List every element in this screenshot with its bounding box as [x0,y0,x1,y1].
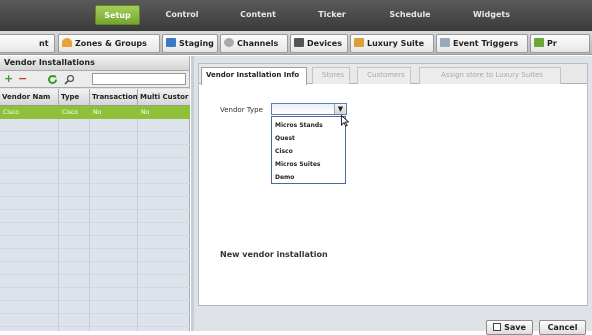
tab-staging[interactable]: Staging [162,34,218,53]
nav-schedule[interactable]: Schedule [380,5,440,25]
cell-vendor-name: Cisco [3,109,19,116]
chevron-down-icon[interactable]: ▼ [334,104,346,114]
tab-label: Staging [179,39,214,48]
detail-panel: Vendor Installation Info Stores Customer… [198,63,588,306]
dropdown-option[interactable]: Cisco [275,146,293,158]
cancel-button[interactable]: Cancel [539,320,586,335]
tab-assign-store[interactable]: Assign store to Luxury Suites [419,67,561,84]
tab-customers[interactable]: Customers [357,67,411,84]
dropdown-option[interactable]: Micros Suites [275,159,320,171]
save-button[interactable]: Save [486,320,533,335]
luxury-suite-icon [354,38,364,47]
tab-label: Channels [237,39,279,48]
save-icon [493,323,502,331]
detail-area: Vendor Installation Info Stores Customer… [194,56,592,335]
vendor-type-label: Vendor Type [220,106,263,114]
cell-transaction: No [93,109,102,116]
tab-label: Event Triggers [453,39,519,48]
vendor-grid: Vendor Nam Type Transaction Multi Custor… [0,89,190,331]
devices-icon [294,38,304,47]
promotions-icon [534,38,544,47]
nav-ticker[interactable]: Ticker [307,5,357,25]
column-header-type[interactable]: Type [59,89,90,106]
tab-luxury-suite[interactable]: Luxury Suite [350,34,434,53]
nav-content[interactable]: Content [233,5,283,25]
panel-toolbar: + − [0,71,189,88]
panel-title: Vendor Installations [0,56,189,71]
vendor-type-dropdown: Micros Stands Quest Cisco Micros Suites … [271,116,346,184]
tab-partial-left[interactable]: nt [0,34,55,53]
detail-tabs: Vendor Installation Info Stores Customer… [199,64,587,85]
tab-label: Zones & Groups [75,39,147,48]
tab-zones-groups[interactable]: Zones & Groups [58,34,160,53]
cell-multi-customer: No [141,109,150,116]
nav-setup[interactable]: Setup [95,5,140,25]
tab-vendor-installation-info[interactable]: Vendor Installation Info [201,67,307,85]
grid-column [0,89,59,331]
dropdown-option[interactable]: Demo [275,172,294,184]
column-header-vendor-name[interactable]: Vendor Nam [0,89,59,106]
cell-type: Cisco [62,109,78,116]
tab-promotions[interactable]: Pr [530,34,590,53]
tab-label: Pr [547,39,557,48]
zones-groups-icon [62,38,72,47]
section-tabbar: nt Zones & Groups Staging Channels Devic… [0,31,592,55]
grid-header: Vendor Nam Type Transaction Multi Custor [0,89,190,106]
mouse-cursor-icon [341,114,350,127]
table-row[interactable]: Cisco Cisco No No [0,106,190,119]
event-triggers-icon [440,38,450,47]
search-input[interactable] [92,73,186,85]
status-text: New vendor installation [220,250,328,259]
top-nav: Setup Control Content Ticker Schedule Wi… [0,0,592,31]
staging-icon [166,38,176,47]
add-icon[interactable]: + [4,73,13,85]
column-header-transaction[interactable]: Transaction [90,89,138,106]
dropdown-option[interactable]: Quest [275,133,295,145]
refresh-icon[interactable] [47,74,58,88]
tab-event-triggers[interactable]: Event Triggers [436,34,528,53]
vendor-type-select[interactable]: ▼ [271,103,347,115]
grid-column [59,89,90,331]
grid-column [90,89,138,331]
nav-control[interactable]: Control [157,5,207,25]
vendor-installations-panel: Vendor Installations + − Vendor Nam Type… [0,56,190,331]
tab-label: Luxury Suite [367,39,425,48]
search-icon[interactable] [64,74,75,88]
column-header-multi-customer[interactable]: Multi Custor [138,89,190,106]
tab-stores[interactable]: Stores [312,67,350,84]
tab-devices[interactable]: Devices [290,34,348,53]
tab-channels[interactable]: Channels [220,34,288,53]
remove-icon[interactable]: − [18,73,27,85]
tab-label: nt [39,39,49,48]
tab-label: Devices [307,39,342,48]
nav-widgets[interactable]: Widgets [464,5,519,25]
dropdown-option[interactable]: Micros Stands [275,120,323,132]
channels-icon [224,38,234,47]
